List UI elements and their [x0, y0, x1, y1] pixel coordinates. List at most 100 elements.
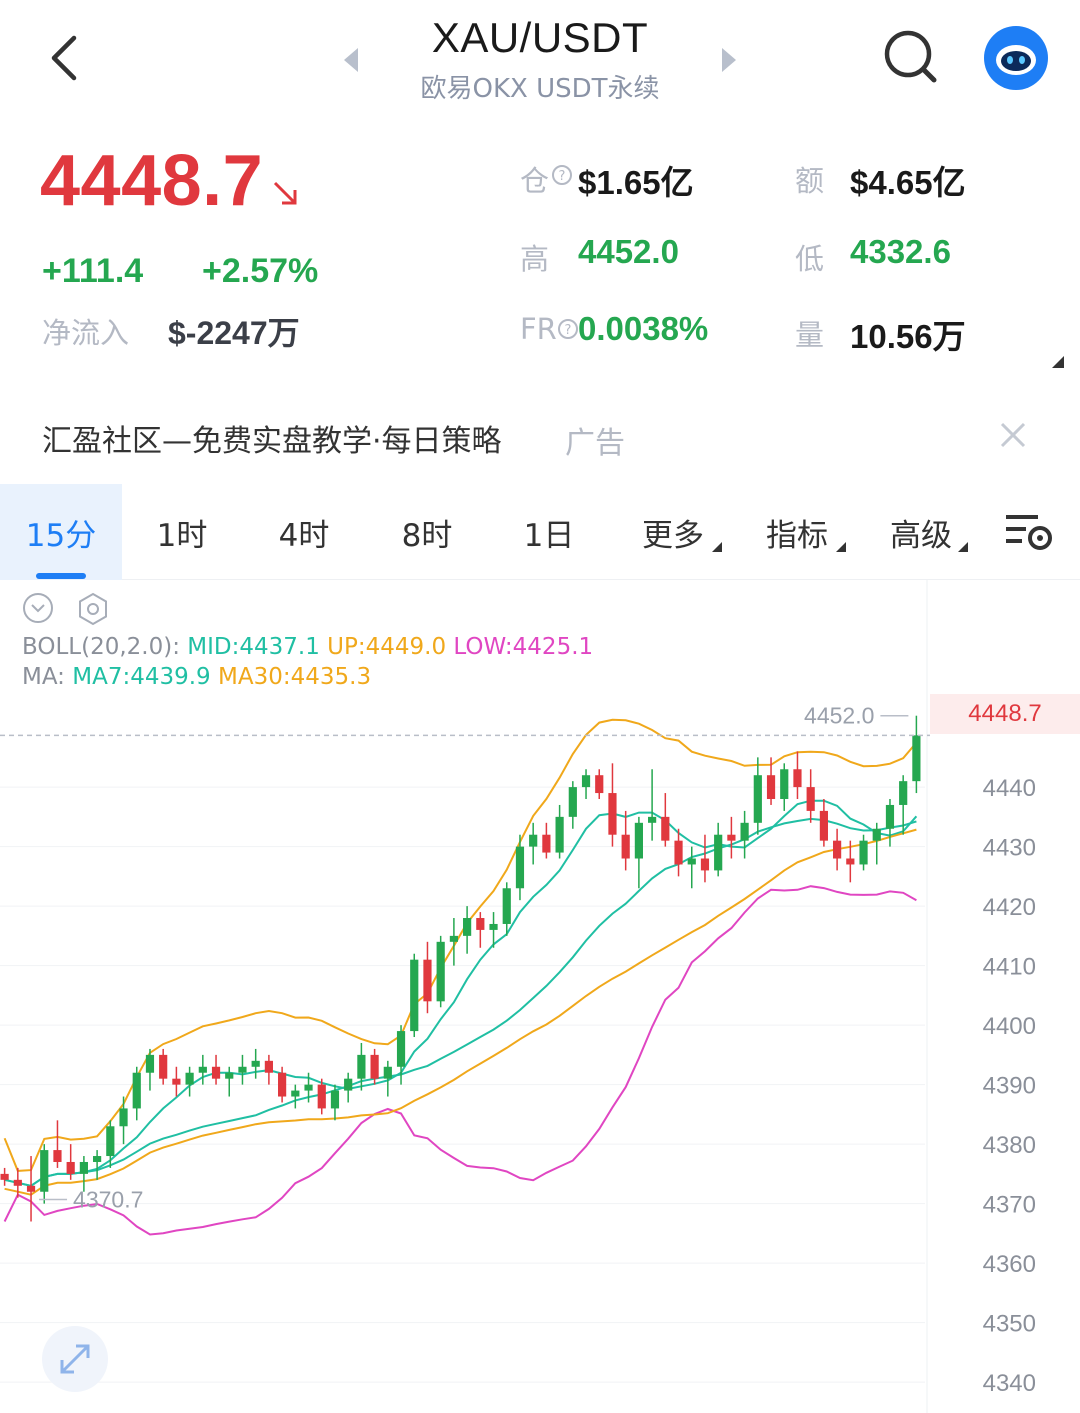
- low-value: 4332.6: [850, 233, 951, 270]
- tab-1h[interactable]: 1时: [122, 484, 242, 580]
- chart-settings-icon[interactable]: [1004, 512, 1056, 552]
- tab-1d[interactable]: 1日: [488, 484, 610, 580]
- netflow-label: 净流入: [42, 316, 130, 350]
- top-bar: XAU/USDT 欧易OKX USDT永续: [0, 0, 1080, 120]
- pair-title-block[interactable]: XAU/USDT 欧易OKX USDT永续: [380, 14, 700, 105]
- candle-body: [185, 1072, 194, 1085]
- candle-body: [304, 1084, 313, 1091]
- candle-body: [198, 1066, 207, 1073]
- ma30-line: [4, 828, 917, 1196]
- y-tick-label: 4410: [983, 954, 1036, 981]
- active-tab-indicator: [36, 573, 86, 579]
- y-tick-label: 4370: [983, 1192, 1036, 1219]
- funding-rate-value: 0.0038%: [578, 310, 709, 347]
- candle-body: [225, 1072, 234, 1079]
- ad-tag: 广告: [565, 426, 625, 461]
- candle-body: [753, 775, 762, 823]
- candle-body: [436, 941, 445, 1002]
- candle-body: [899, 781, 908, 805]
- chart-canvas[interactable]: 4440 4430 4420 4410 4400 4390 4380 4370 4360 4350…: [0, 580, 1080, 1413]
- candle-body: [330, 1090, 340, 1109]
- candle-body: [278, 1072, 287, 1097]
- open-interest-value: $1.65亿: [578, 164, 694, 201]
- candle-body: [344, 1078, 353, 1091]
- candle-body: [555, 816, 564, 853]
- pair-title: XAU/USDT: [431, 14, 649, 61]
- candle-body: [833, 840, 842, 859]
- candle-body: [912, 735, 921, 782]
- y-tick-label: 4400: [983, 1013, 1036, 1040]
- candle-body: [238, 1066, 247, 1073]
- candle-body: [846, 858, 855, 865]
- candle-body: [581, 775, 591, 788]
- search-icon[interactable]: [880, 26, 942, 88]
- candle-body: [568, 787, 577, 817]
- next-pair-arrow-icon[interactable]: [718, 46, 740, 74]
- y-tick-label: 4440: [983, 775, 1036, 802]
- price-change: +111.4: [42, 252, 144, 290]
- candle-body: [489, 923, 498, 930]
- y-tick-label: 4340: [983, 1370, 1036, 1397]
- y-tick-label: 4430: [983, 835, 1036, 862]
- candle-body: [766, 775, 776, 800]
- candle-body: [172, 1078, 181, 1085]
- candle-body: [661, 816, 670, 841]
- last-price-tag: 4448.7: [930, 694, 1080, 734]
- candle-body: [608, 793, 617, 835]
- tab-4h[interactable]: 4时: [242, 484, 366, 580]
- expand-icon: [60, 1344, 90, 1374]
- volume-label: 量: [795, 318, 825, 352]
- expand-chart-button[interactable]: [42, 1326, 108, 1392]
- tab-15m[interactable]: 15分: [0, 484, 122, 580]
- turnover-label: 额: [795, 164, 825, 198]
- candlestick-chart[interactable]: 4440 4430 4420 4410 4400 4390 4380 4370 4360 4350…: [0, 580, 1080, 1413]
- boll-up-value: UP:4449.0: [327, 634, 447, 660]
- robot-avatar-icon[interactable]: [984, 26, 1048, 90]
- back-chevron-icon[interactable]: [40, 30, 90, 86]
- candle-body: [542, 834, 551, 853]
- candle-body: [40, 1150, 49, 1192]
- candle-body: [370, 1054, 379, 1079]
- candle-body: [211, 1066, 221, 1079]
- candle-body: [383, 1066, 392, 1079]
- funding-rate-label: FR: [520, 312, 557, 346]
- tab-more[interactable]: 更多: [618, 484, 728, 580]
- candle-body: [727, 834, 736, 841]
- candle-body: [463, 918, 472, 936]
- collapse-legend-icon[interactable]: [22, 592, 54, 624]
- ma30-value: MA30:4435.3: [218, 664, 372, 690]
- candle-body: [79, 1161, 88, 1174]
- open-interest-info-icon[interactable]: ?: [551, 164, 573, 186]
- candle-body: [515, 846, 525, 889]
- candle-body: [687, 858, 696, 865]
- tab-indicators[interactable]: 指标: [742, 484, 852, 580]
- candle-body: [885, 804, 895, 829]
- tab-advanced[interactable]: 高级: [866, 484, 976, 580]
- indicators-dropdown-triangle-icon: [836, 542, 846, 552]
- candle-body: [780, 769, 789, 800]
- close-icon[interactable]: [994, 416, 1032, 454]
- candle-body: [806, 787, 815, 811]
- candle-body: [132, 1072, 141, 1109]
- ad-banner-text[interactable]: 汇盈社区—免费实盘教学·每日策略: [42, 416, 502, 460]
- expand-stats-triangle-icon[interactable]: [1052, 356, 1064, 368]
- candle-body: [66, 1161, 75, 1174]
- high-label: 高: [520, 242, 550, 276]
- indicator-settings-icon[interactable]: [76, 592, 110, 626]
- candle-body: [700, 858, 710, 871]
- tab-8h[interactable]: 8时: [366, 484, 488, 580]
- boll-lower-line: [3, 885, 917, 1236]
- last-price: 4448.7: [40, 141, 264, 221]
- candle-body: [621, 834, 630, 859]
- low-label: 低: [795, 242, 825, 276]
- funding-rate-info-icon[interactable]: ?: [557, 318, 579, 340]
- candle-body: [251, 1060, 260, 1067]
- candle-body: [396, 1031, 406, 1067]
- boll-legend-label: BOLL(20,2.0):: [22, 634, 180, 660]
- ma-legend-label: MA:: [22, 664, 65, 690]
- timeframe-tabs: 15分 1时 4时 8时 1日 更多 指标 高级: [0, 484, 1080, 580]
- candle-body: [502, 888, 511, 924]
- previous-pair-arrow-icon[interactable]: [340, 46, 362, 74]
- candle-body: [714, 834, 723, 871]
- low-marker-label: 4370.7: [73, 1186, 143, 1212]
